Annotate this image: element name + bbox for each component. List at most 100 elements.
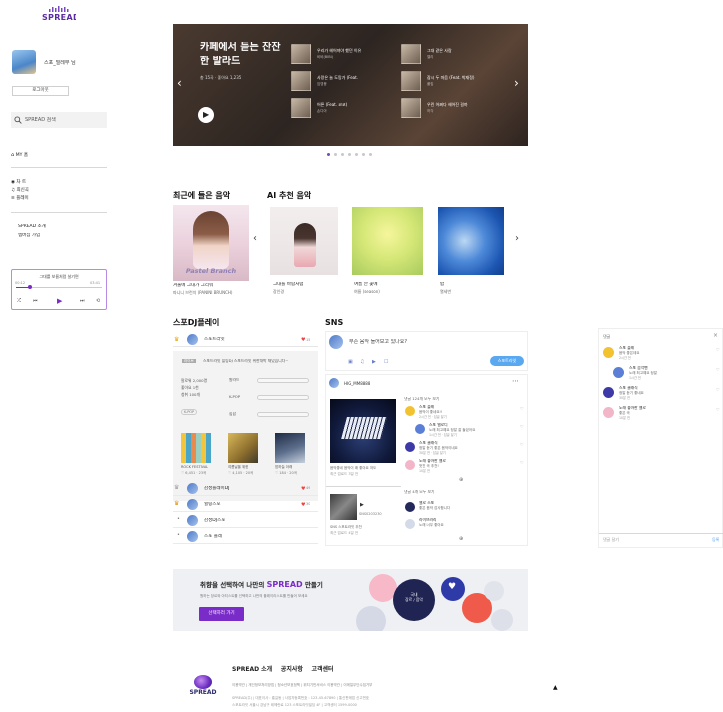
heart-icon[interactable]: ♥ (301, 486, 305, 492)
nav-link-membership[interactable]: 멤버십 가입 (18, 233, 40, 239)
banner-track-title[interactable]: 우리가 헤어져야 했던 이유 (317, 48, 387, 53)
dj-cover[interactable] (181, 433, 211, 463)
prev-icon[interactable]: ⏮ (33, 298, 38, 304)
shuffle-icon[interactable]: ⤮ (17, 298, 21, 304)
scroll-top-icon[interactable]: ▲ (553, 684, 558, 691)
dj-list-row[interactable]: ♛ 힐링스포 ♥ 30 (173, 497, 318, 512)
banner-track-thumb[interactable] (291, 44, 311, 64)
banner-next-arrow[interactable]: › (514, 76, 519, 90)
footer-small-link[interactable]: 개인정보처리방침 (248, 683, 274, 687)
pagination-dot[interactable] (334, 153, 337, 156)
search-input[interactable]: SPREAD 검색 (25, 117, 56, 123)
like-icon[interactable]: ♡ (520, 406, 524, 411)
play-icon[interactable]: ▶ (360, 502, 364, 508)
ai-next-arrow[interactable]: › (515, 233, 519, 244)
banner-prev-arrow[interactable]: ‹ (177, 76, 182, 90)
pagination-dot[interactable] (369, 153, 372, 156)
dj-top-row[interactable]: ♛ 스포트라잇 ♥ 15 (173, 333, 318, 347)
ai-card[interactable] (438, 207, 504, 275)
sns-prompt[interactable]: 무슨 음악 들어보고 있나요? (349, 339, 407, 345)
music-icon[interactable]: ♫ (360, 359, 364, 365)
footer-link-about[interactable]: SPREAD 소개 (232, 666, 272, 673)
recent-cover[interactable]: Pastel Branch (173, 205, 249, 281)
search-box[interactable]: SPREAD 검색 (11, 112, 107, 128)
footer-small-link[interactable]: 청소년보호정책 (277, 683, 300, 687)
banner-track-thumb[interactable] (291, 98, 311, 118)
logout-button[interactable]: 로그아웃 (12, 86, 69, 96)
banner-track-thumb[interactable] (401, 71, 421, 91)
user-avatar[interactable] (12, 50, 36, 74)
pagination-dot[interactable] (355, 153, 358, 156)
panel-submit-button[interactable]: 등록 (712, 537, 719, 542)
pagination-dot[interactable] (348, 153, 351, 156)
banner-track-title[interactable]: 그대 같은 사람 (427, 48, 497, 53)
like-icon[interactable]: ♡ (716, 387, 720, 392)
ai-card[interactable] (270, 207, 338, 275)
play-icon[interactable]: ▶ (57, 297, 62, 305)
bubble[interactable] (356, 606, 386, 631)
like-icon[interactable]: ♡ (520, 460, 524, 465)
nav-item-playlist[interactable]: ≡ 플레이 (11, 195, 29, 201)
post2-comments-header[interactable]: 댓글 4개 모두 보기 (404, 490, 435, 495)
nav-link-about[interactable]: SPREAD 소개 (18, 224, 46, 230)
banner-track-thumb[interactable] (401, 98, 421, 118)
post2-image[interactable] (330, 494, 357, 520)
add-comment-icon[interactable]: ⊕ (459, 536, 463, 542)
like-icon[interactable]: ♡ (716, 367, 720, 372)
footer-small-link[interactable]: 이메일무단수집거부 (343, 683, 372, 687)
banner-track-thumb[interactable] (291, 71, 311, 91)
footer-logo[interactable]: SPREAD (186, 675, 220, 705)
dj-cover[interactable] (275, 433, 305, 463)
pagination-dot[interactable] (362, 153, 365, 156)
video-icon[interactable]: ▶ (372, 359, 376, 365)
heart-icon[interactable]: ♥ (301, 502, 305, 508)
dj-cover[interactable] (228, 433, 258, 463)
comments-header[interactable]: 댓글 124개 모두 보기 (404, 397, 439, 402)
banner-play-button[interactable]: ▶ (198, 107, 214, 123)
footer-small-link[interactable]: 이용약관 (232, 683, 245, 687)
sns-post-button[interactable]: 스포트라잇 (490, 356, 524, 366)
footer-link-support[interactable]: 고객센터 (311, 666, 333, 673)
repeat-icon[interactable]: ⟲ (96, 298, 100, 304)
close-icon[interactable]: × (713, 332, 718, 339)
dj-list-row[interactable]: • 스포 플레 (173, 529, 318, 544)
pagination-dot[interactable] (327, 153, 330, 156)
ai-card[interactable] (352, 207, 423, 275)
ai-prev-arrow[interactable]: ‹ (253, 233, 257, 244)
pagination-dot[interactable] (341, 153, 344, 156)
tag-icon[interactable]: ☐ (384, 359, 388, 365)
banner-track-title[interactable]: 우린 어쩌다 헤어진 걸까 (427, 102, 497, 107)
post-user[interactable]: HIG_MM8888 (344, 381, 370, 386)
like-icon[interactable]: ♡ (520, 442, 524, 447)
more-icon[interactable]: ⋯ (512, 377, 519, 385)
next-icon[interactable]: ⏭ (80, 298, 85, 304)
like-icon[interactable]: ♡ (520, 424, 524, 429)
ai-card-title[interactable]: 그대를 바람처럼 (273, 282, 303, 288)
dj-chip[interactable]: K-POP (181, 409, 198, 416)
bubble[interactable]: ♥ (441, 577, 465, 601)
nav-home[interactable]: ⌂ MY 홈 (11, 152, 28, 160)
recent-track-title[interactable]: 겨울에 그대가 그리워 (173, 283, 251, 289)
panel-comment-input[interactable]: 댓글 달기 (603, 537, 619, 542)
ai-card-title[interactable]: 여름 안 꽃에 (354, 282, 378, 288)
promo-button[interactable]: 선택하러 가기 (199, 607, 244, 621)
bubble[interactable]: 국내 장르 / 음악 (393, 579, 435, 621)
like-icon[interactable]: ♡ (716, 347, 720, 352)
progress-handle[interactable] (28, 285, 32, 289)
bubble[interactable] (484, 581, 504, 601)
heart-icon[interactable]: ♥ (301, 337, 305, 343)
nav-item-chart[interactable]: ◉ 차 트 (11, 179, 26, 185)
banner-track-title[interactable]: 어른 (Feat. 코코) (317, 102, 387, 107)
ai-card-title[interactable]: 밤 (440, 282, 444, 288)
banner-track-title[interactable]: 사랑은 늘 도망가 (Feat. (317, 75, 387, 80)
footer-small-link[interactable]: 위치기반서비스 이용약관 (303, 683, 340, 687)
player-progress[interactable] (16, 285, 102, 289)
nav-item-latest[interactable]: ♫ 최신곡 (11, 187, 29, 193)
banner-track-thumb[interactable] (401, 44, 421, 64)
dj-list-row[interactable]: • 감성DJ스포 (173, 513, 318, 528)
logo[interactable]: SPREAD (42, 6, 76, 26)
add-comment-icon[interactable]: ⊕ (459, 477, 463, 483)
bubble[interactable] (491, 609, 513, 631)
image-icon[interactable]: ▣ (348, 359, 353, 365)
like-icon[interactable]: ♡ (716, 407, 720, 412)
